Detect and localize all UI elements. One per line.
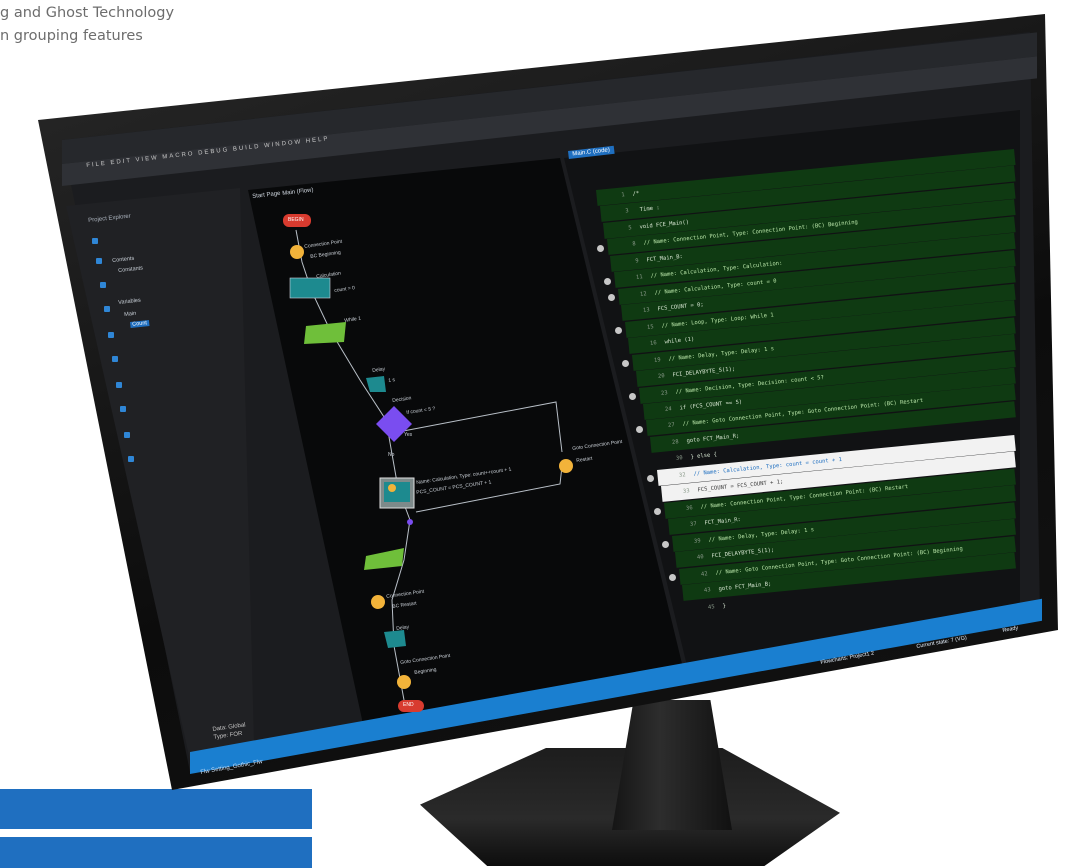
code-line-text: if (FCS_COUNT == 5) <box>679 399 743 412</box>
flow-label-no: No <box>388 452 395 458</box>
flow-label-yes: Yes <box>404 432 413 438</box>
flow-label-begin: BEGIN <box>288 217 304 223</box>
flow-node-connection-restart <box>371 595 385 609</box>
code-line-number: 40 <box>696 554 705 562</box>
code-line-text: /* <box>632 190 640 198</box>
flow-node-goto-restart <box>559 459 573 473</box>
code-gutter-icon[interactable] <box>668 573 676 581</box>
code-line-text: goto FCT_Main_B; <box>718 581 773 593</box>
code-line-text: } else { <box>689 452 717 461</box>
code-line-text: goto FCT_Main_R; <box>686 433 740 445</box>
code-gutter-icon[interactable] <box>661 540 669 548</box>
code-line-text: FCI_DELAYBYTE_S(1); <box>671 366 736 379</box>
code-gutter-icon[interactable] <box>622 359 629 367</box>
code-line-text: while (1) <box>664 336 695 346</box>
code-gutter-icon[interactable] <box>596 244 604 252</box>
code-line-number: 45 <box>707 603 715 611</box>
code-line-text: FCS_COUNT = 0; <box>657 302 705 313</box>
code-line-text: Time : <box>635 205 660 214</box>
code-line-number: 20 <box>657 373 665 380</box>
flow-label-delay-sub: 1 s <box>388 377 396 384</box>
flow-node-loop-bottom <box>364 548 404 570</box>
code-line-number: 43 <box>704 587 712 594</box>
code-gutter-icon[interactable] <box>604 277 611 285</box>
code-line-number: 11 <box>635 274 643 282</box>
code-line-number: 37 <box>689 521 697 529</box>
flow-node-delay-2 <box>384 630 406 648</box>
flow-node-loop-end <box>407 519 413 525</box>
code-line-number: 16 <box>650 340 658 348</box>
code-gutter-icon[interactable] <box>629 392 637 400</box>
flow-node-calc-selected-inner <box>384 482 410 502</box>
code-line-text: } <box>722 602 727 609</box>
flow-node-goto-beginning <box>397 675 411 689</box>
code-gutter-icon[interactable] <box>614 326 622 334</box>
flow-node-calc-selected-badge <box>388 484 396 492</box>
code-line-text: FCT_Main_B: <box>646 253 684 264</box>
flow-node-loop <box>304 322 346 344</box>
flow-node-calc-count <box>289 277 331 299</box>
code-gutter-icon[interactable] <box>607 294 615 301</box>
code-line-text: FCT_Main_R: <box>704 517 742 527</box>
code-line-text: void FCE_Main() <box>639 219 690 231</box>
code-line-number: 13 <box>642 307 651 315</box>
flow-node-delay <box>366 376 386 392</box>
flow-node-connection-begin <box>290 245 304 259</box>
flow-label-end: END <box>403 702 414 708</box>
code-line-text: FCI_DELAYBYTE_S(1); <box>711 547 775 560</box>
